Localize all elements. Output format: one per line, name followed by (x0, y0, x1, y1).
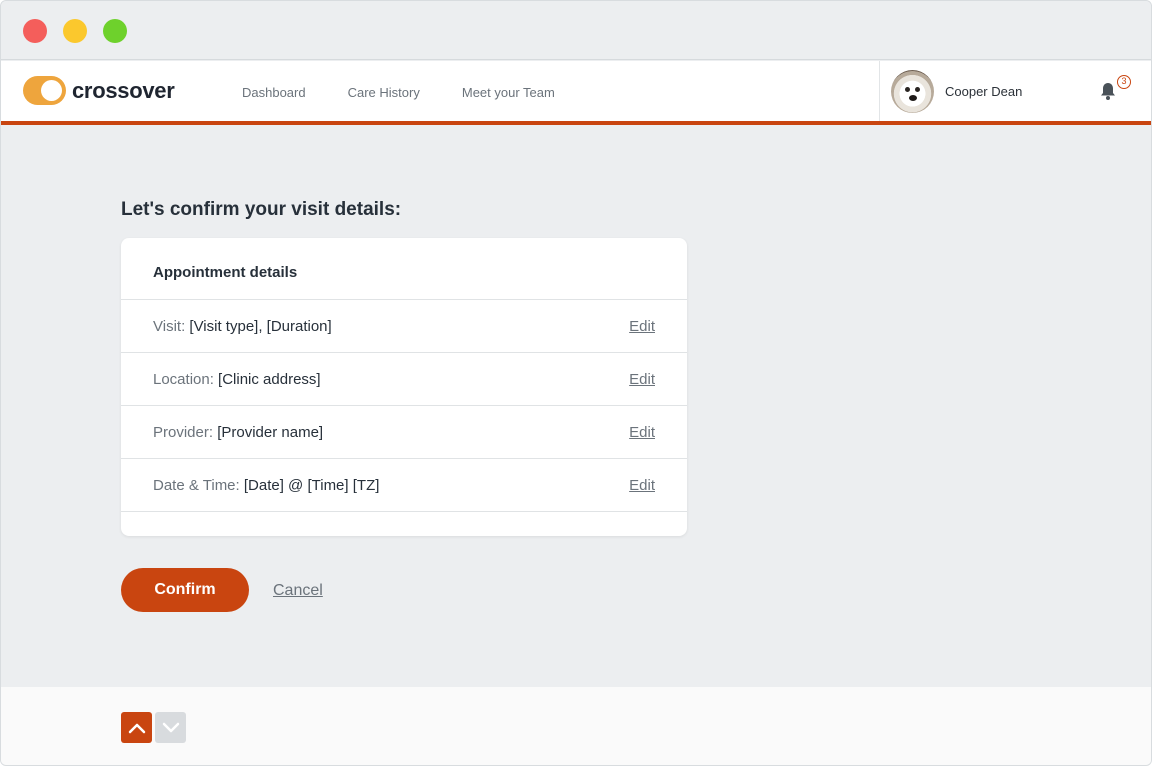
detail-row-location: Location: [Clinic address] Edit (121, 353, 687, 406)
confirm-button[interactable]: Confirm (121, 568, 249, 612)
user-name[interactable]: Cooper Dean (945, 84, 1022, 99)
edit-provider-link[interactable]: Edit (629, 424, 655, 441)
row-label: Provider: (153, 424, 218, 441)
brand-name: crossover (72, 77, 175, 103)
row-value: [Clinic address] (218, 371, 321, 388)
top-navbar: crossover Dashboard Care History Meet yo… (1, 61, 1151, 125)
row-label: Visit: (153, 318, 190, 335)
main-content: Let's confirm your visit details: Appoin… (1, 125, 1151, 687)
nav-links: Dashboard Care History Meet your Team (242, 85, 597, 100)
toggle-logo-icon (23, 76, 66, 105)
appointment-details-card: Appointment details Visit: [Visit type],… (121, 238, 687, 536)
window-titlebar (1, 1, 1151, 60)
chevron-up-icon (128, 723, 145, 733)
detail-row-visit: Visit: [Visit type], [Duration] Edit (121, 300, 687, 353)
scroll-up-button[interactable] (121, 712, 152, 743)
window-close-button[interactable] (23, 19, 47, 43)
notification-badge: 3 (1117, 75, 1131, 89)
row-label: Date & Time: (153, 477, 244, 494)
brand-logo[interactable]: crossover (23, 76, 175, 105)
nav-link-care-history[interactable]: Care History (348, 85, 420, 100)
edit-date-time-link[interactable]: Edit (629, 477, 655, 494)
nav-link-meet-your-team[interactable]: Meet your Team (462, 85, 555, 100)
detail-row-provider: Provider: [Provider name] Edit (121, 406, 687, 459)
row-value: [Provider name] (217, 424, 324, 441)
bell-icon[interactable] (1098, 81, 1118, 101)
scroll-down-button[interactable] (155, 712, 186, 743)
window-maximize-button[interactable] (103, 19, 127, 43)
browser-window: crossover Dashboard Care History Meet yo… (0, 0, 1152, 766)
footer (1, 687, 1151, 765)
nav-link-dashboard[interactable]: Dashboard (242, 85, 306, 100)
row-value: [Date] @ [Time] [TZ] (243, 477, 380, 494)
user-area: Cooper Dean 3 (879, 61, 1151, 121)
row-value: [Visit type], [Duration] (189, 318, 332, 335)
edit-location-link[interactable]: Edit (629, 371, 655, 388)
detail-row-date-time: Date & Time: [Date] @ [Time] [TZ] Edit (121, 459, 687, 512)
chevron-down-icon (162, 722, 179, 732)
edit-visit-link[interactable]: Edit (629, 318, 655, 335)
page-title: Let's confirm your visit details: (121, 199, 402, 220)
cancel-link[interactable]: Cancel (273, 582, 323, 600)
window-minimize-button[interactable] (63, 19, 87, 43)
card-title: Appointment details (121, 238, 687, 300)
avatar[interactable] (891, 70, 934, 113)
row-label: Location: (153, 371, 219, 388)
